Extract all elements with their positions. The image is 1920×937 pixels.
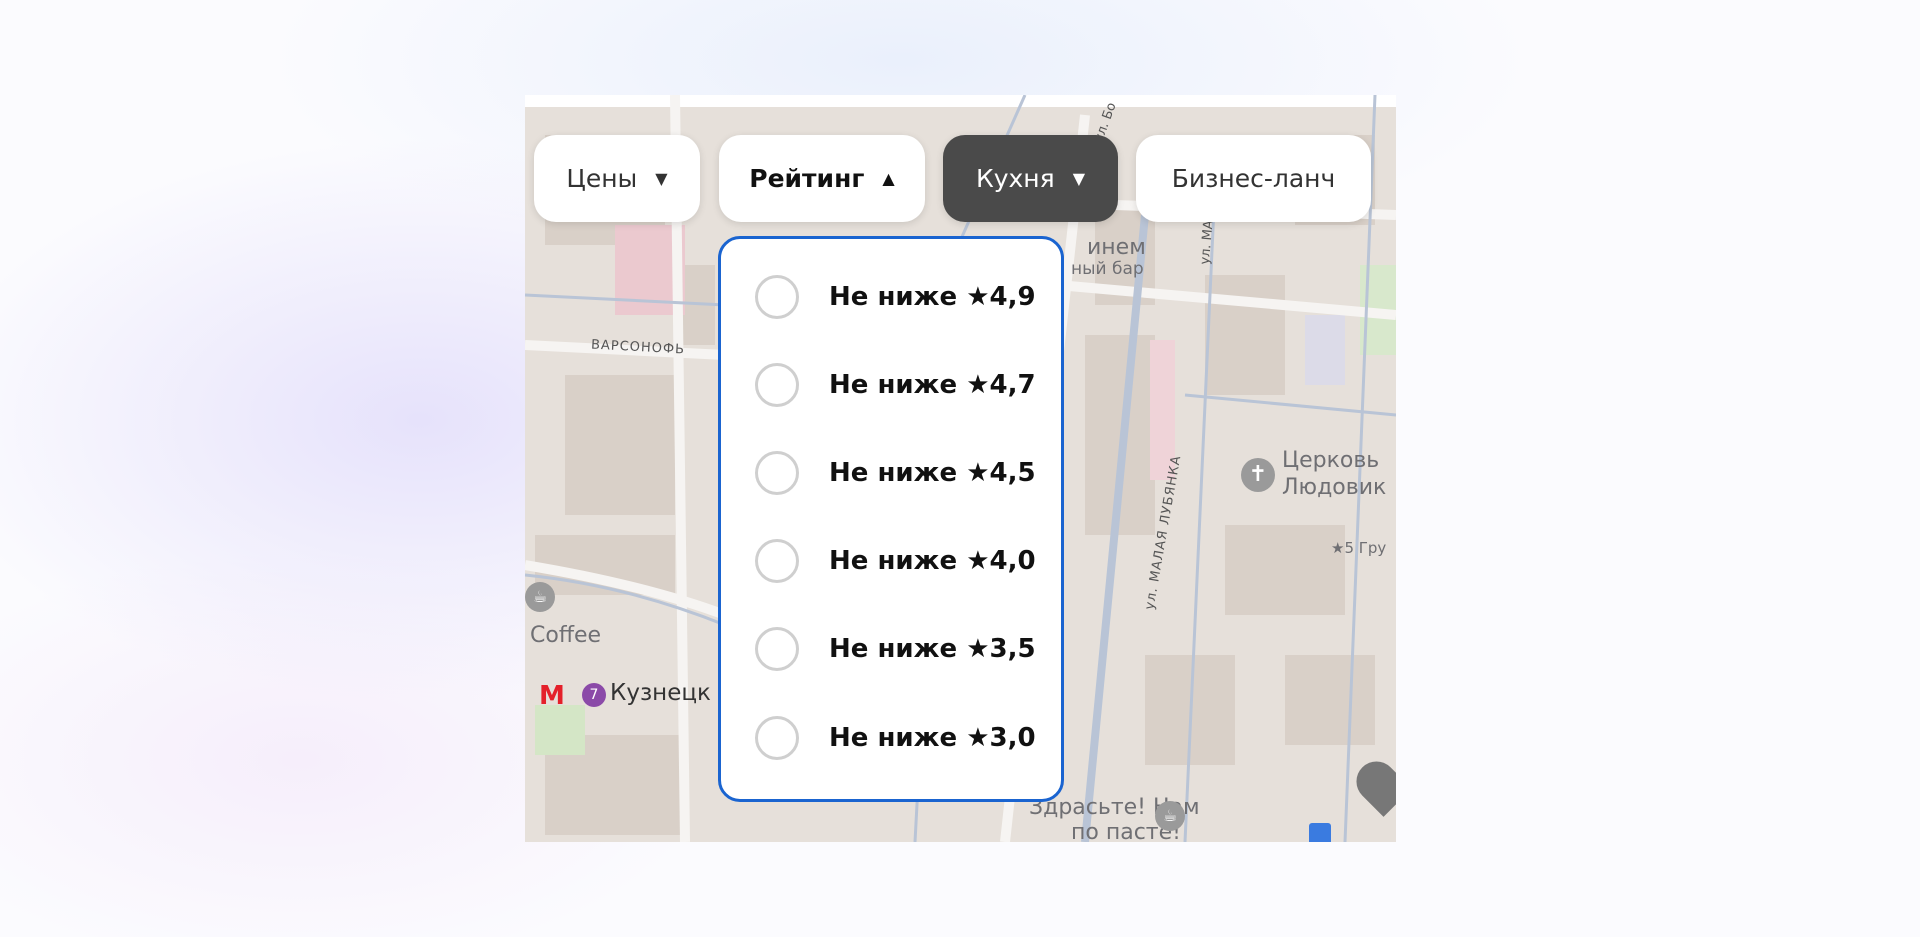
option-value: 3,5 xyxy=(989,634,1036,664)
star-icon: ★ xyxy=(966,370,990,400)
option-value: 4,5 xyxy=(989,458,1036,488)
option-label: Не ниже xyxy=(829,282,967,312)
rating-option[interactable]: Не ниже ★4,9 xyxy=(721,267,1061,327)
rating-option[interactable]: Не ниже ★4,5 xyxy=(721,443,1061,503)
rating-option[interactable]: Не ниже ★3,5 xyxy=(721,619,1061,679)
radio-button[interactable] xyxy=(755,716,799,760)
option-label: Не ниже xyxy=(829,458,967,488)
star-icon: ★ xyxy=(966,546,990,576)
option-label: Не ниже xyxy=(829,370,967,400)
rating-option[interactable]: Не ниже ★4,0 xyxy=(721,531,1061,591)
filter-label: Рейтинг xyxy=(749,164,865,193)
star-icon: ★ xyxy=(966,282,990,312)
metro-icon: M xyxy=(539,681,565,711)
transport-icon[interactable] xyxy=(1309,823,1331,842)
map[interactable]: инем ный бар ВАРСОНОФЬ ул. МАЛАЯ ЛУБЯНКА… xyxy=(525,95,1396,842)
radio-button[interactable] xyxy=(755,627,799,671)
poi-label[interactable]: ★5 Гру xyxy=(1331,539,1386,557)
option-value: 4,9 xyxy=(989,282,1036,312)
option-value: 4,7 xyxy=(989,370,1036,400)
poi-label-church[interactable]: Людовик xyxy=(1282,475,1386,500)
cafe-icon[interactable]: ☕ xyxy=(1155,801,1185,831)
radio-button[interactable] xyxy=(755,275,799,319)
rating-dropdown: Не ниже ★4,9 Не ниже ★4,7 Не ниже ★4,5 Н… xyxy=(718,236,1064,802)
filter-label: Цены xyxy=(566,164,638,193)
option-label: Не ниже xyxy=(829,634,967,664)
filter-business-lunch-button[interactable]: Бизнес-ланч xyxy=(1136,135,1371,222)
star-icon: ★ xyxy=(966,634,990,664)
rating-option[interactable]: Не ниже ★4,7 xyxy=(721,355,1061,415)
option-label: Не ниже xyxy=(829,546,967,576)
metro-station-label[interactable]: Кузнецк xyxy=(610,680,711,706)
poi-label[interactable]: ный бар xyxy=(1071,259,1144,279)
option-value: 3,0 xyxy=(989,723,1036,753)
poi-label-church[interactable]: Церковь xyxy=(1282,448,1379,473)
radio-button[interactable] xyxy=(755,451,799,495)
star-icon: ★ xyxy=(966,458,990,488)
poi-label-coffee[interactable]: Coffee xyxy=(530,623,601,648)
filter-prices-button[interactable]: Цены ▼ xyxy=(534,135,700,222)
option-label: Не ниже xyxy=(829,723,967,753)
radio-button[interactable] xyxy=(755,539,799,583)
caret-down-icon: ▼ xyxy=(655,169,668,188)
metro-line-badge: 7 xyxy=(582,683,606,707)
rating-option[interactable]: Не ниже ★3,0 xyxy=(721,708,1061,768)
option-value: 4,0 xyxy=(989,546,1036,576)
coffee-icon[interactable]: ☕ xyxy=(525,582,555,612)
filter-rating-button[interactable]: Рейтинг ▲ xyxy=(719,135,925,222)
star-icon: ★ xyxy=(966,723,990,753)
caret-down-icon: ▼ xyxy=(1072,169,1086,188)
poi-label[interactable]: инем xyxy=(1087,235,1146,260)
caret-up-icon: ▲ xyxy=(882,169,895,188)
filter-label: Кухня xyxy=(975,164,1055,193)
radio-button[interactable] xyxy=(755,363,799,407)
filter-label: Бизнес-ланч xyxy=(1171,164,1336,193)
church-icon[interactable]: ✝ xyxy=(1241,458,1275,492)
filter-cuisine-button[interactable]: Кухня ▼ xyxy=(943,135,1118,222)
